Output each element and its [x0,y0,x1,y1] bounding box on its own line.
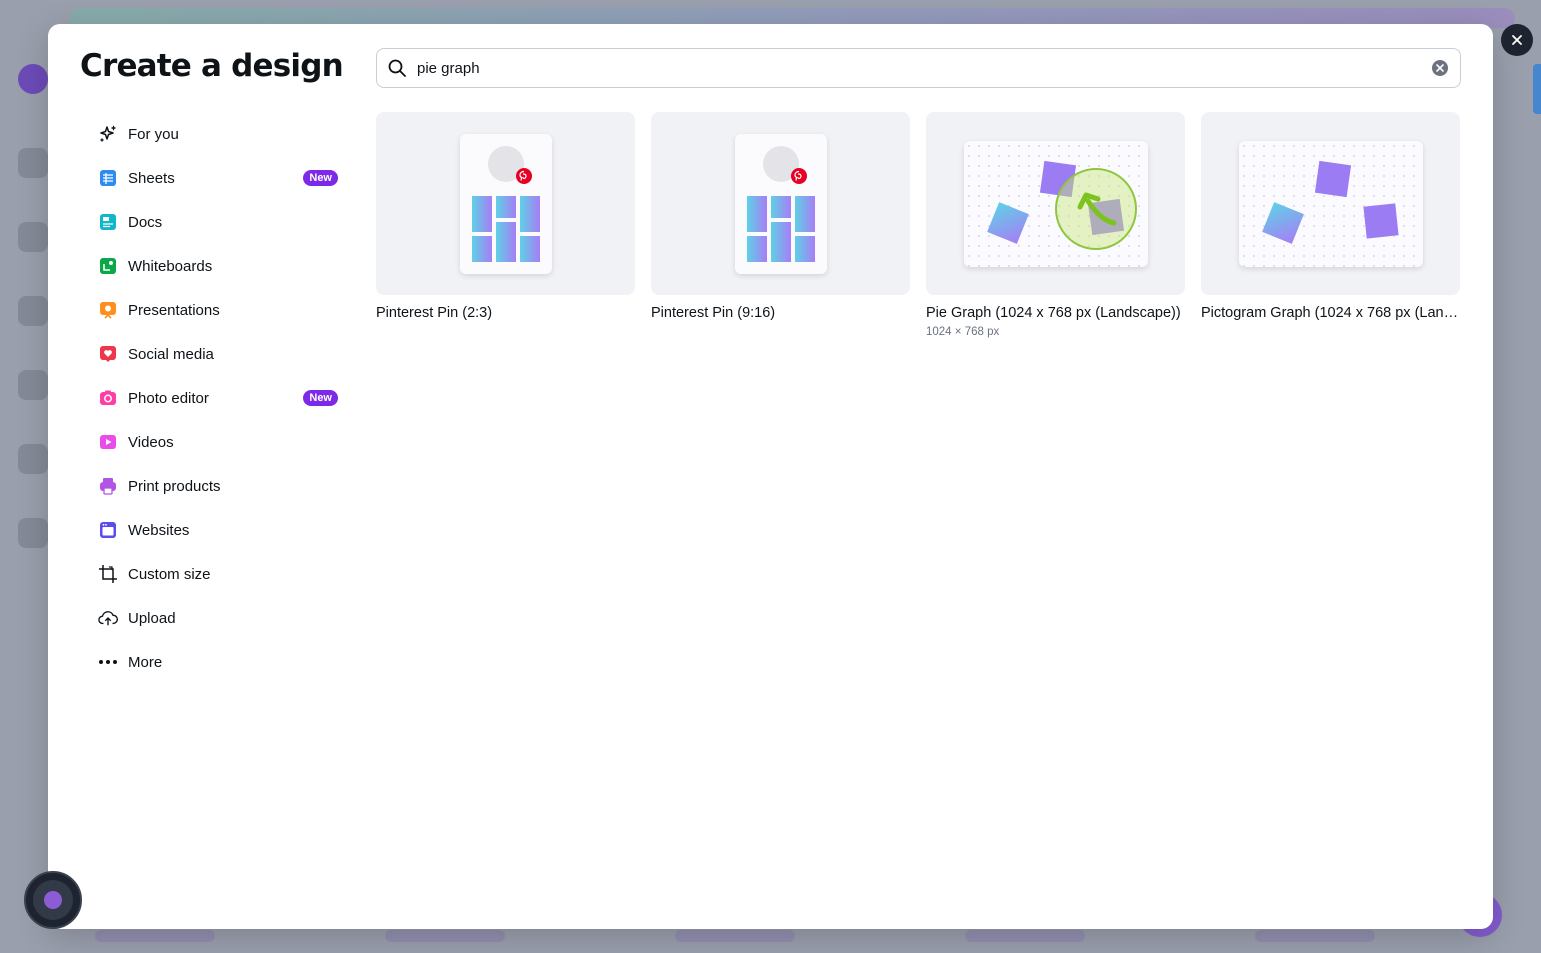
background-rail-icon [18,444,48,474]
landscape-preview [1238,140,1423,267]
heart-icon [98,344,118,364]
nav-item-label: Websites [128,521,190,539]
result-card-pinterest-pin-9-16[interactable]: Pinterest Pin (9:16) [651,112,910,338]
close-dialog-button[interactable] [1501,24,1533,56]
more-dots-icon [98,652,118,672]
dialog-title: Create a design [80,48,344,84]
nav-item-more[interactable]: More [88,640,338,684]
search-icon [387,58,407,78]
nav-item-whiteboards[interactable]: Whiteboards [88,244,338,288]
nav-item-for-you[interactable]: For you [88,112,338,156]
nav-item-label: Photo editor [128,389,209,407]
result-card-pie-graph[interactable]: Pie Graph (1024 x 768 px (Landscape)) 10… [926,112,1185,338]
background-side-rail [0,0,48,953]
upload-cloud-icon [98,608,118,628]
assistant-orb-icon [33,880,73,920]
background-avatar [18,64,48,94]
presentation-icon [98,300,118,320]
result-card-pictogram-graph[interactable]: Pictogram Graph (1024 x 768 px (Landscap… [1201,112,1460,338]
sparkle-icon [98,124,118,144]
nav-item-social-media[interactable]: Social media [88,332,338,376]
nav-item-label: More [128,653,163,671]
clear-search-button[interactable] [1432,60,1448,76]
docs-icon [98,212,118,232]
website-icon [98,520,118,540]
clear-icon [1436,64,1444,72]
result-dimensions: 1024 × 768 px [926,326,1000,338]
nav-item-label: Social media [128,345,214,363]
nav-item-label: Presentations [128,301,220,319]
nav-item-docs[interactable]: Docs [88,200,338,244]
printer-icon [98,476,118,496]
background-rail-icon [18,370,48,400]
close-icon [1512,35,1522,45]
template-thumbnail [1201,112,1460,295]
result-title: Pie Graph (1024 x 768 px (Landscape)) [926,305,1181,321]
result-card-pinterest-pin-2-3[interactable]: Pinterest Pin (2:3) [376,112,635,338]
background-rail-icon [18,296,48,326]
design-type-nav: For you Sheets New Docs Whiteboards Pres… [88,112,338,684]
nav-item-label: Custom size [128,565,211,583]
nav-item-label: Sheets [128,169,175,187]
background-rail-icon [18,222,48,252]
nav-item-websites[interactable]: Websites [88,508,338,552]
nav-item-label: For you [128,125,179,143]
nav-item-upload[interactable]: Upload [88,596,338,640]
background-rail-icon [18,518,48,548]
search-input[interactable] [417,59,1432,77]
whiteboard-icon [98,256,118,276]
assistant-button[interactable] [24,871,82,929]
nav-item-label: Upload [128,609,176,627]
video-icon [98,432,118,452]
template-thumbnail [926,112,1185,295]
landscape-preview [963,140,1148,267]
nav-item-sheets[interactable]: Sheets New [88,156,338,200]
nav-item-videos[interactable]: Videos [88,420,338,464]
camera-icon [98,388,118,408]
result-title: Pictogram Graph (1024 x 768 px (Landscap… [1201,305,1460,321]
result-title: Pinterest Pin (9:16) [651,305,776,321]
template-thumbnail [651,112,910,295]
create-design-dialog: Create a design For you Sheets New Docs … [48,24,1493,929]
nav-item-label: Print products [128,477,221,495]
template-thumbnail [376,112,635,295]
new-badge: New [303,390,338,406]
background-bottom-row [95,930,1541,942]
nav-item-label: Whiteboards [128,257,213,275]
nav-item-label: Videos [128,433,174,451]
nav-item-photo-editor[interactable]: Photo editor New [88,376,338,420]
search-bar [376,48,1461,88]
custom-size-icon [98,564,118,584]
nav-item-presentations[interactable]: Presentations [88,288,338,332]
results-grid: Pinterest Pin (2:3) Pinterest Pin (9:16)… [376,112,1460,338]
nav-item-print-products[interactable]: Print products [88,464,338,508]
sheets-icon [98,168,118,188]
result-title: Pinterest Pin (2:3) [376,305,493,321]
pinterest-pin-preview [734,133,827,274]
background-right-tab [1533,64,1541,114]
nav-item-label: Docs [128,213,163,231]
background-rail-icon [18,148,48,178]
nav-item-custom-size[interactable]: Custom size [88,552,338,596]
pinterest-pin-preview [459,133,552,274]
new-badge: New [303,170,338,186]
